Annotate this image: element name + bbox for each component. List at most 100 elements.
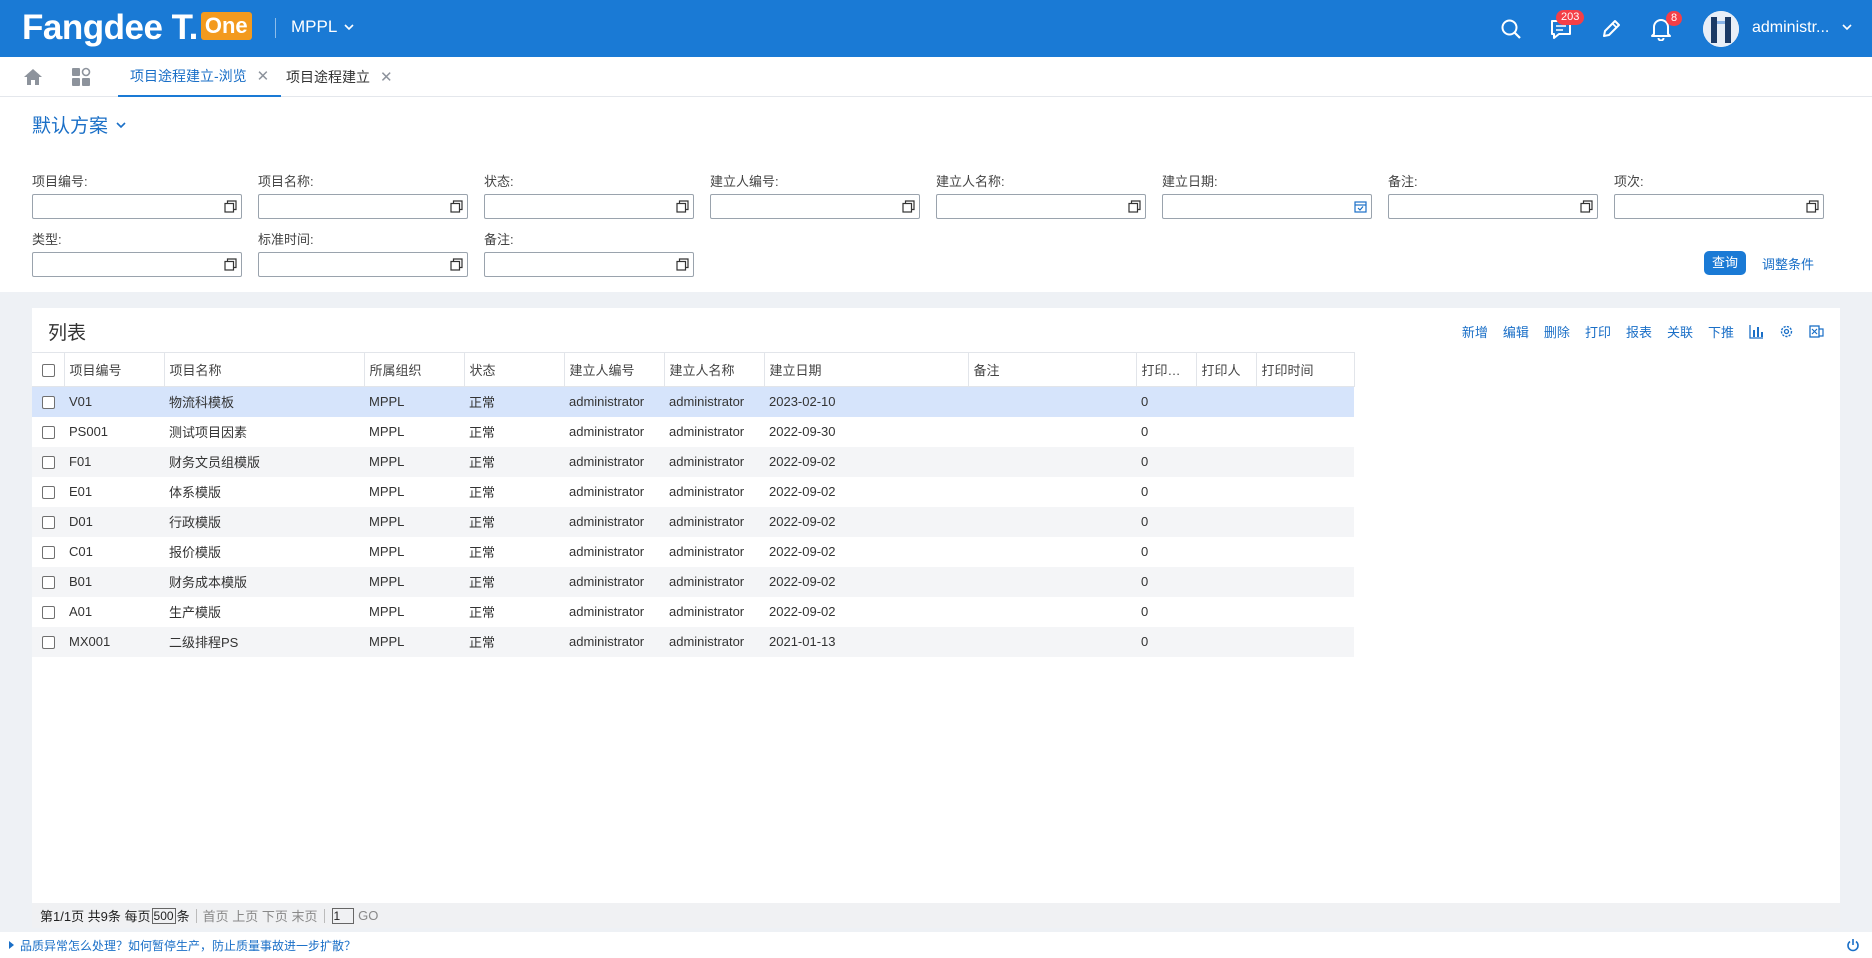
cell-project-name: 报价模版 (169, 545, 222, 560)
query-button[interactable]: 查询 (1704, 251, 1746, 275)
table-row[interactable]: PS001 测试项目因素 MPPL 正常 administrator admin… (32, 417, 1354, 447)
print-button[interactable]: 打印 (1585, 322, 1611, 341)
lookup-icon[interactable] (450, 200, 463, 213)
cell-project-name: 生产模版 (169, 605, 222, 620)
column-header[interactable]: 打印时间 (1256, 352, 1355, 387)
row-checkbox[interactable] (42, 396, 55, 410)
go-button[interactable]: GO (358, 908, 378, 923)
table-row[interactable]: V01 物流科模板 MPPL 正常 administrator administ… (32, 386, 1354, 417)
row-checkbox[interactable] (42, 516, 55, 530)
power-icon[interactable] (1846, 938, 1860, 952)
table-row[interactable]: F01 财务文员组模版 MPPL 正常 administrator admini… (32, 446, 1354, 477)
column-header[interactable]: 打印人 (1196, 352, 1257, 387)
type-input[interactable] (32, 252, 242, 277)
lookup-icon[interactable] (1580, 200, 1593, 213)
excel-export-icon[interactable] (1809, 324, 1824, 339)
lookup-icon[interactable] (224, 258, 237, 271)
page-number-input[interactable]: 1 (331, 907, 354, 924)
column-header[interactable]: 建立人编号 (564, 352, 665, 387)
column-header[interactable]: 项目编号 (64, 352, 165, 387)
standard-time-input[interactable] (258, 252, 468, 277)
project-name-input[interactable] (258, 194, 468, 219)
table-row[interactable]: C01 报价模版 MPPL 正常 administrator administr… (32, 537, 1354, 567)
column-header[interactable]: 所属组织 (364, 352, 465, 387)
brand-logo[interactable]: Fangdee T. One (22, 8, 252, 48)
table-row[interactable]: MX001 二级排程PS MPPL 正常 administrator admin… (32, 626, 1354, 657)
lookup-icon[interactable] (224, 200, 237, 213)
remark-input[interactable] (1388, 194, 1598, 219)
top-navbar: Fangdee T. One MPPL 203 8 administr... (0, 0, 1872, 57)
lookup-icon[interactable] (676, 200, 689, 213)
row-checkbox[interactable] (42, 546, 55, 560)
tab-project-route[interactable]: 项目途程建立 ✕ (286, 57, 393, 97)
remark-2-input[interactable] (484, 252, 694, 277)
calendar-icon[interactable] (1354, 200, 1367, 213)
table-row[interactable]: A01 生产模版 MPPL 正常 administrator administr… (32, 597, 1354, 627)
item-seq-input[interactable] (1614, 194, 1824, 219)
gear-icon[interactable] (1779, 324, 1794, 339)
message-icon[interactable]: 203 (1546, 10, 1585, 44)
field-label: 备注: (1388, 174, 1418, 189)
creator-code-input[interactable] (710, 194, 920, 219)
table-row[interactable]: E01 体系模版 MPPL 正常 administrator administr… (32, 477, 1354, 507)
add-button[interactable]: 新增 (1462, 322, 1488, 341)
close-icon[interactable]: ✕ (257, 67, 270, 85)
column-header[interactable]: 建立人名称 (664, 352, 765, 387)
column-header[interactable]: 项目名称 (164, 352, 365, 387)
cell-org: MPPL (364, 386, 464, 417)
delete-button[interactable]: 删除 (1544, 322, 1570, 341)
tab-bar: 项目途程建立-浏览 ✕ 项目途程建立 ✕ (0, 57, 1872, 97)
scheme-selector[interactable]: 默认方案 (32, 111, 127, 138)
push-down-button[interactable]: 下推 (1708, 322, 1734, 341)
prev-page-link[interactable]: 上页 (232, 906, 258, 925)
search-icon[interactable] (1496, 14, 1526, 44)
adjust-conditions-button[interactable]: 调整条件 (1762, 254, 1814, 273)
row-checkbox[interactable] (42, 606, 55, 620)
row-checkbox[interactable] (42, 426, 55, 440)
last-page-link[interactable]: 末页 (292, 906, 318, 925)
row-checkbox[interactable] (42, 456, 55, 470)
table-row[interactable]: D01 行政模版 MPPL 正常 administrator administr… (32, 506, 1354, 537)
edit-button[interactable]: 编辑 (1503, 322, 1529, 341)
tab-project-route-browse[interactable]: 项目途程建立-浏览 ✕ (118, 57, 282, 97)
cell-project-code: A01 (69, 604, 93, 619)
bell-icon[interactable]: 8 (1646, 11, 1683, 44)
project-code-input[interactable] (32, 194, 242, 219)
chevron-down-icon[interactable] (1840, 20, 1854, 34)
footer-tip-link[interactable]: 品质异常怎么处理？如何暂停生产，防止质量事故进一步扩散？ (20, 937, 356, 954)
column-header[interactable]: 建立日期 (764, 352, 969, 387)
notification-badge: 8 (1666, 11, 1683, 26)
apps-grid-icon[interactable] (70, 66, 92, 88)
next-page-link[interactable]: 下页 (262, 906, 288, 925)
close-icon[interactable]: ✕ (380, 68, 393, 86)
report-button[interactable]: 报表 (1626, 322, 1652, 341)
column-header[interactable]: 打印… (1136, 352, 1197, 387)
row-checkbox[interactable] (42, 486, 55, 500)
bar-chart-icon[interactable] (1749, 324, 1764, 339)
page-size-input[interactable]: 500 (151, 907, 176, 924)
row-checkbox[interactable] (42, 576, 55, 590)
first-page-link[interactable]: 首页 (203, 906, 229, 925)
row-select-cell (32, 417, 64, 447)
avatar[interactable] (1703, 11, 1739, 47)
row-checkbox[interactable] (42, 636, 55, 650)
lookup-icon[interactable] (1806, 200, 1819, 213)
table-row[interactable]: B01 财务成本模版 MPPL 正常 administrator adminis… (32, 566, 1354, 597)
status-input[interactable] (484, 194, 694, 219)
lookup-icon[interactable] (450, 258, 463, 271)
lookup-icon[interactable] (902, 200, 915, 213)
link-button[interactable]: 关联 (1667, 322, 1693, 341)
home-icon[interactable] (22, 66, 44, 88)
scheme-label: 默认方案 (32, 116, 109, 137)
select-all-checkbox[interactable] (42, 364, 55, 378)
creator-name-input[interactable] (936, 194, 1146, 219)
created-date-input[interactable] (1162, 194, 1372, 219)
lookup-icon[interactable] (1128, 200, 1141, 213)
row-select-cell (32, 537, 64, 567)
username[interactable]: administr... (1752, 19, 1829, 37)
lookup-icon[interactable] (676, 258, 689, 271)
column-header[interactable]: 状态 (464, 352, 565, 387)
column-header[interactable]: 备注 (968, 352, 1137, 387)
org-selector[interactable]: MPPL (291, 17, 355, 37)
edit-icon[interactable] (1596, 14, 1626, 44)
